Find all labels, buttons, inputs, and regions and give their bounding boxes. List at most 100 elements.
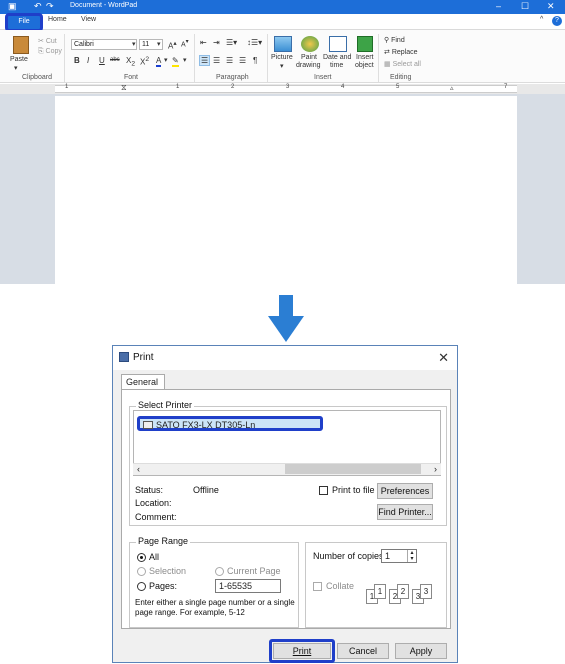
- close-icon[interactable]: ✕: [438, 350, 449, 366]
- line-spacing-icon[interactable]: ↕☰▾: [247, 38, 262, 47]
- cut-button[interactable]: ✂ Cut: [38, 37, 57, 45]
- clipboard-group-label: Clipboard: [22, 74, 52, 81]
- tab-view[interactable]: View: [81, 16, 96, 23]
- page-range-label: Page Range: [136, 536, 191, 546]
- shrink-font-icon[interactable]: A▾: [181, 39, 189, 48]
- insert-object-icon[interactable]: [357, 36, 373, 52]
- strikethrough-icon[interactable]: abc: [110, 57, 120, 63]
- subscript-icon[interactable]: X2: [126, 56, 135, 68]
- help-icon[interactable]: ?: [552, 16, 562, 26]
- bullet-list-icon[interactable]: ☰▾: [226, 38, 237, 47]
- underline-icon[interactable]: U: [99, 56, 105, 65]
- maximize-icon[interactable]: ☐: [521, 1, 529, 12]
- minimize-icon[interactable]: –: [496, 1, 501, 11]
- selection-label[interactable]: Selection: [149, 566, 186, 576]
- paste-icon[interactable]: [13, 36, 29, 54]
- scroll-left-icon[interactable]: ‹: [137, 464, 140, 474]
- document-page[interactable]: [55, 96, 517, 284]
- scroll-right-icon[interactable]: ›: [434, 464, 437, 474]
- text-color-icon[interactable]: A: [156, 56, 162, 67]
- select-all-label: Select all: [392, 61, 421, 68]
- paint-icon[interactable]: [301, 36, 319, 52]
- datetime-label-1[interactable]: Date and: [323, 54, 351, 61]
- print-button-highlight: [269, 639, 335, 663]
- printer-item-selected[interactable]: SATO FX3-LX DT305-Ln: [137, 416, 323, 431]
- copy-button[interactable]: ⎘ Copy: [38, 48, 62, 56]
- select-all-button[interactable]: ▦ Select all: [384, 60, 421, 68]
- pages-label[interactable]: Pages:: [149, 581, 177, 591]
- datetime-label-2[interactable]: time: [330, 62, 343, 69]
- decrease-indent-icon[interactable]: ⇤: [200, 38, 207, 47]
- indent-marker-icon[interactable]: ⧖: [121, 83, 127, 93]
- pages-radio[interactable]: [137, 582, 146, 591]
- replace-label: Replace: [391, 49, 418, 56]
- editing-group-label: Editing: [390, 74, 412, 81]
- object-label-1[interactable]: Insert: [356, 54, 374, 61]
- print-to-file-checkbox[interactable]: [319, 486, 328, 495]
- grow-font-icon[interactable]: A▴: [168, 39, 177, 51]
- picture-dropdown-icon[interactable]: ▾: [280, 62, 284, 70]
- paint-label-2[interactable]: drawing: [296, 62, 321, 69]
- calendar-icon[interactable]: [329, 36, 347, 52]
- ruler-number: 1: [65, 84, 69, 90]
- italic-icon[interactable]: I: [87, 56, 89, 65]
- scrollbar-thumb[interactable]: [285, 464, 421, 474]
- picture-button[interactable]: Picture: [271, 54, 293, 61]
- current-page-label[interactable]: Current Page: [227, 566, 281, 576]
- preferences-button[interactable]: Preferences: [377, 483, 433, 499]
- align-left-icon[interactable]: ☰: [199, 55, 211, 66]
- location-label: Location:: [135, 498, 172, 508]
- ruler[interactable]: 1 ⧖ 1 2 3 4 5 ▵ 7: [55, 83, 517, 93]
- increase-indent-icon[interactable]: ⇥: [213, 38, 220, 47]
- tab-general[interactable]: General: [121, 374, 165, 390]
- collate-label[interactable]: Collate: [326, 581, 354, 591]
- wordpad-title-bar: ▣ ↶ ↷ Document - WordPad – ☐ ✕: [0, 0, 565, 14]
- justify-icon[interactable]: ☰: [239, 56, 246, 65]
- collate-checkbox[interactable]: [313, 582, 322, 591]
- paint-label-1[interactable]: Paint: [301, 54, 317, 61]
- highlight-color-icon[interactable]: ✎: [172, 56, 179, 67]
- object-label-2[interactable]: object: [355, 62, 374, 69]
- align-center-icon[interactable]: ☰: [213, 56, 220, 65]
- picture-icon[interactable]: [274, 36, 292, 52]
- comment-label: Comment:: [135, 512, 177, 522]
- superscript-icon[interactable]: X2: [140, 56, 149, 67]
- current-page-radio[interactable]: [215, 567, 224, 576]
- print-to-file-label[interactable]: Print to file: [332, 485, 375, 495]
- tab-home[interactable]: Home: [48, 16, 67, 23]
- undo-icon[interactable]: ↶: [34, 1, 42, 12]
- paste-button[interactable]: Paste: [10, 56, 28, 63]
- chevron-down-icon[interactable]: ▾: [164, 56, 168, 64]
- copies-spinner-icon[interactable]: ▴ ▾: [407, 550, 416, 562]
- cut-label: Cut: [45, 38, 57, 45]
- cancel-button[interactable]: Cancel: [337, 643, 389, 659]
- paragraph-settings-icon[interactable]: ¶: [253, 56, 257, 65]
- save-icon[interactable]: ▣: [8, 1, 17, 12]
- pages-input[interactable]: 1-65535: [215, 579, 281, 593]
- font-family-select[interactable]: Calibri: [71, 39, 137, 50]
- collate-page-icon: 1: [374, 584, 386, 599]
- align-right-icon[interactable]: ☰: [226, 56, 233, 65]
- replace-button[interactable]: ⇄ Replace: [384, 48, 418, 56]
- select-all-icon: ▦: [384, 61, 391, 68]
- close-icon[interactable]: ✕: [547, 1, 555, 12]
- bold-icon[interactable]: B: [74, 56, 80, 65]
- down-arrow-head: [268, 316, 304, 342]
- chevron-down-icon[interactable]: ▾: [157, 40, 161, 48]
- chevron-down-icon[interactable]: ▾: [183, 56, 187, 64]
- right-indent-marker-icon[interactable]: ▵: [450, 84, 454, 92]
- printer-icon: [119, 352, 129, 362]
- selection-radio[interactable]: [137, 567, 146, 576]
- font-group-label: Font: [124, 74, 139, 81]
- find-button[interactable]: ⚲ Find: [384, 36, 405, 44]
- paste-dropdown-icon[interactable]: ▾: [14, 64, 18, 72]
- ruler-number: 3: [286, 84, 290, 90]
- ruler-number: 5: [396, 84, 400, 90]
- chevron-down-icon[interactable]: ▾: [132, 40, 136, 48]
- all-label[interactable]: All: [149, 552, 159, 562]
- all-radio[interactable]: [137, 553, 146, 562]
- redo-icon[interactable]: ↷: [46, 1, 54, 12]
- collapse-ribbon-icon[interactable]: ^: [540, 16, 543, 23]
- apply-button[interactable]: Apply: [395, 643, 447, 659]
- find-printer-button[interactable]: Find Printer...: [377, 504, 433, 520]
